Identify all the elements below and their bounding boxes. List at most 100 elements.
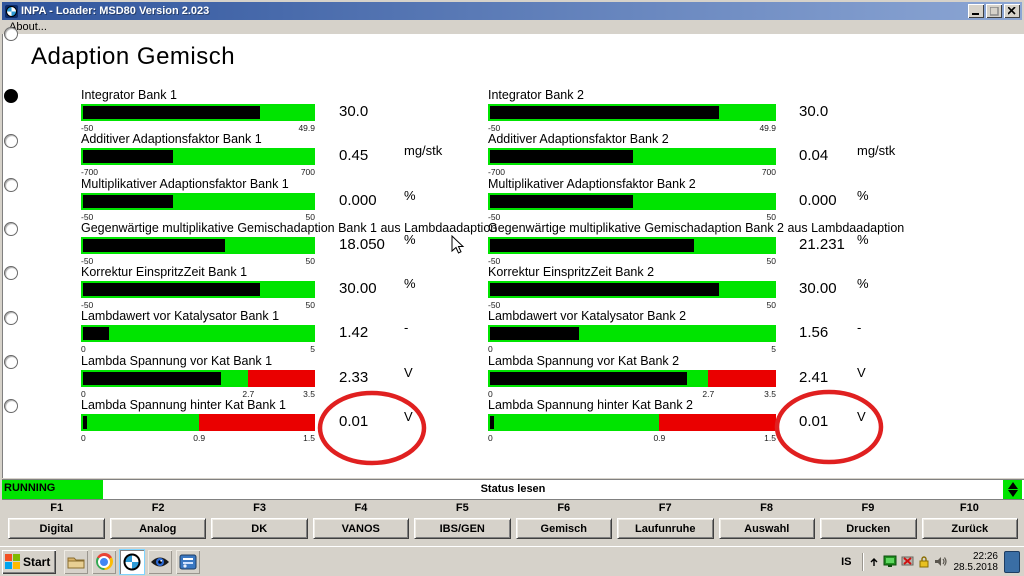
value-bar-fill	[490, 239, 694, 252]
measurement-value: 0.000	[799, 192, 837, 209]
gemisch-button[interactable]: Gemisch	[516, 518, 613, 539]
start-label: Start	[23, 555, 50, 569]
close-icon	[1008, 7, 1016, 15]
network-status-icon[interactable]	[883, 555, 897, 568]
value-bar	[81, 325, 315, 342]
measurement-row: Integrator Bank 2 30.0 -50 49.9	[488, 88, 948, 132]
language-indicator[interactable]: IS	[837, 554, 855, 570]
measurement-row: Lambdawert vor Katalysator Bank 1 1.42 -…	[81, 309, 541, 353]
measurement-value: 0.45	[339, 147, 368, 164]
scale-min: -700	[488, 167, 505, 177]
analog-button[interactable]: Analog	[110, 518, 207, 539]
scale-max: 700	[301, 167, 315, 177]
fkey-label-f4: F4	[312, 502, 409, 514]
auswahl-button[interactable]: Auswahl	[719, 518, 816, 539]
measurement-label: Gegenwärtige multiplikative Gemischadapt…	[81, 221, 497, 235]
scale-max: 5	[310, 344, 315, 354]
title-bar[interactable]: INPA - Loader: MSD80 Version 2.023	[2, 2, 1022, 20]
chrome-icon[interactable]	[92, 550, 116, 574]
fkey-label-f6: F6	[515, 502, 612, 514]
explorer-folder-icon[interactable]	[64, 550, 88, 574]
volume-icon[interactable]	[934, 555, 948, 568]
measurement-unit: %	[857, 276, 869, 291]
value-bar	[81, 370, 315, 387]
app-icon	[5, 5, 18, 18]
inpa-window: INPA - Loader: MSD80 Version 2.023 About…	[0, 0, 1024, 546]
tray-date: 28.5.2018	[954, 562, 999, 573]
control-panel-icon[interactable]	[176, 550, 200, 574]
measurement-unit: V	[857, 365, 866, 380]
measurement-row: Additiver Adaptionsfaktor Bank 1 0.45 mg…	[81, 132, 541, 176]
tray-icons	[869, 555, 948, 568]
radio-row-8[interactable]	[4, 399, 18, 413]
value-bar-fill	[83, 150, 173, 163]
measurement-label: Lambdawert vor Katalysator Bank 1	[81, 309, 279, 323]
system-tray: IS 22:26 28.5.2018	[835, 549, 1022, 575]
measurement-label: Integrator Bank 2	[488, 88, 584, 102]
measurement-row: Lambdawert vor Katalysator Bank 2 1.56 -…	[488, 309, 948, 353]
ibs-gen-button[interactable]: IBS/GEN	[414, 518, 511, 539]
measurement-label: Additiver Adaptionsfaktor Bank 1	[81, 132, 262, 146]
radio-row-4[interactable]	[4, 222, 18, 236]
value-bar	[81, 237, 315, 254]
radio-top[interactable]	[4, 27, 18, 41]
minimize-button[interactable]	[968, 4, 984, 18]
measurement-row: Multiplikativer Adaptionsfaktor Bank 2 0…	[488, 177, 948, 221]
bar-scale: 0 5	[81, 344, 315, 354]
radio-row-5[interactable]	[4, 266, 18, 280]
measurement-value: 1.42	[339, 324, 368, 341]
fkey-button-row: Digital Analog DK VANOS IBS/GEN Gemisch …	[1, 518, 1024, 539]
radio-row-7[interactable]	[4, 355, 18, 369]
radio-row-1[interactable]	[4, 89, 18, 103]
close-button[interactable]	[1004, 4, 1020, 18]
eye-tool-icon[interactable]	[148, 550, 172, 574]
measurement-label: Lambda Spannung hinter Kat Bank 2	[488, 398, 693, 412]
error-status-icon[interactable]	[901, 555, 914, 568]
arrow-down-icon	[1008, 490, 1018, 497]
measurement-row: Lambda Spannung hinter Kat Bank 2 0.01 V…	[488, 398, 948, 442]
measurement-unit: %	[404, 188, 416, 203]
scale-min: 0	[488, 433, 493, 443]
fkey-label-f3: F3	[211, 502, 308, 514]
value-bar-fill	[490, 150, 633, 163]
value-bar	[81, 193, 315, 210]
measurement-unit: %	[857, 188, 869, 203]
radio-row-3[interactable]	[4, 178, 18, 192]
tray-divider	[862, 553, 863, 571]
laufunruhe-button[interactable]: Laufunruhe	[617, 518, 714, 539]
radio-row-6[interactable]	[4, 311, 18, 325]
measurement-unit: V	[857, 409, 866, 424]
tray-clock[interactable]: 22:26 28.5.2018	[954, 551, 999, 573]
scroll-updown-icon[interactable]	[1003, 480, 1022, 499]
value-bar-fill	[83, 239, 225, 252]
measurement-row: Korrektur EinspritzZeit Bank 1 30.00 % -…	[81, 265, 541, 309]
measurement-unit: -	[857, 320, 861, 335]
vanos-button[interactable]: VANOS	[313, 518, 410, 539]
drucken-button[interactable]: Drucken	[820, 518, 917, 539]
show-desktop-icon[interactable]	[1004, 551, 1020, 573]
measurement-unit: mg/stk	[404, 143, 442, 158]
scale-min: 0	[81, 433, 86, 443]
security-lock-icon[interactable]	[918, 555, 930, 568]
digital-button[interactable]: Digital	[8, 518, 105, 539]
measurement-label: Multiplikativer Adaptionsfaktor Bank 2	[488, 177, 696, 191]
value-bar-fill	[490, 372, 687, 385]
measurement-value: 2.33	[339, 369, 368, 386]
scale-max: 1.5	[303, 433, 315, 443]
measurement-value: 0.000	[339, 192, 377, 209]
radio-row-2[interactable]	[4, 134, 18, 148]
fkey-label-f10: F10	[921, 502, 1018, 514]
bank1-column: Integrator Bank 1 30.0 -50 49.9 Additive…	[81, 34, 541, 478]
value-bar	[81, 281, 315, 298]
measurement-value: 30.0	[799, 103, 828, 120]
start-button[interactable]: Start	[2, 550, 56, 574]
show-hidden-icons-chevron[interactable]	[869, 556, 879, 568]
fkey-label-row: F1 F2 F3 F4 F5 F6 F7 F8 F9 F10	[1, 502, 1024, 514]
scale-min: 0	[488, 344, 493, 354]
dk-button[interactable]: DK	[211, 518, 308, 539]
inpa-bmw-icon[interactable]	[120, 550, 144, 574]
zurueck-button[interactable]: Zurück	[922, 518, 1019, 539]
fkey-label-f5: F5	[414, 502, 511, 514]
value-bar	[81, 104, 315, 121]
measurement-value: 30.00	[799, 280, 837, 297]
